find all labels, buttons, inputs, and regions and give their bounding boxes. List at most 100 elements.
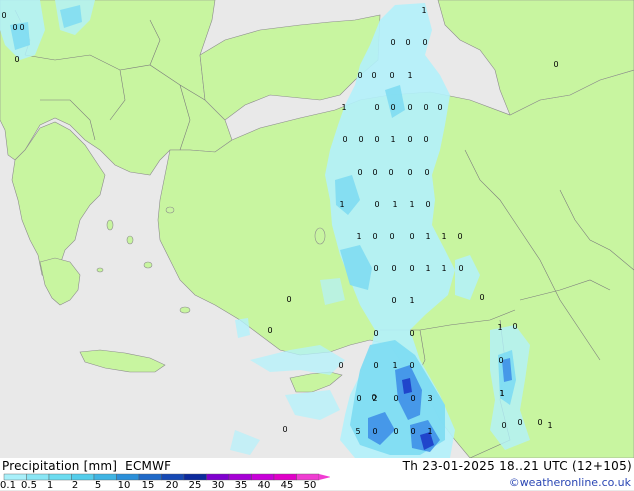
station-value: 1: [427, 427, 432, 436]
scale-label: 1: [46, 480, 54, 491]
station-value: 5: [355, 427, 360, 436]
station-value: 1: [341, 103, 346, 112]
station-value: 0: [372, 427, 377, 436]
station-value: 1: [392, 361, 397, 370]
station-value: 0: [391, 296, 396, 305]
station-value: 0: [425, 200, 430, 209]
station-value: 0: [338, 361, 343, 370]
valid-time: Th 23-01-2025 18..21 UTC (12+105): [402, 459, 632, 473]
station-value: 1: [392, 200, 397, 209]
station-value: 1: [409, 200, 414, 209]
station-value: 0: [19, 23, 24, 32]
model-name: ECMWF: [125, 459, 172, 473]
station-value: 0: [14, 55, 19, 64]
station-value: 0: [371, 393, 376, 402]
station-value: 0: [282, 425, 287, 434]
station-value: 1: [425, 264, 430, 273]
station-value: 3: [427, 394, 432, 403]
station-value: 0: [390, 38, 395, 47]
station-value: 0: [388, 168, 393, 177]
station-value: 1: [497, 323, 502, 332]
station-value: 0: [342, 135, 347, 144]
station-value: 0: [409, 329, 414, 338]
station-value: 0: [422, 38, 427, 47]
station-value: 0: [356, 394, 361, 403]
station-value: 0: [423, 103, 428, 112]
scale-arrow: [319, 474, 330, 480]
scale-label: 2: [71, 480, 79, 491]
station-value: 0: [407, 168, 412, 177]
station-value: 0: [357, 71, 362, 80]
station-value: 0: [457, 232, 462, 241]
station-value: 1: [441, 264, 446, 273]
station-value: 0: [371, 71, 376, 80]
station-value: 0: [358, 135, 363, 144]
station-value: 0: [517, 418, 522, 427]
station-value: 0: [389, 71, 394, 80]
island: [143, 261, 153, 269]
scale-label: 50: [303, 480, 317, 491]
station-value: 0: [501, 421, 506, 430]
station-value: 0: [409, 361, 414, 370]
station-value: 0: [393, 394, 398, 403]
title-text: Precipitation [mm]: [2, 459, 118, 473]
station-value: 1: [356, 232, 361, 241]
station-value: 0: [373, 329, 378, 338]
station-value: 1: [421, 6, 426, 15]
station-value: 0: [498, 356, 503, 365]
station-value: 0: [374, 103, 379, 112]
scale-label: 40: [257, 480, 271, 491]
station-value: 0: [373, 361, 378, 370]
scale-label: 15: [141, 480, 155, 491]
island: [179, 306, 191, 314]
scale-label: 25: [188, 480, 202, 491]
station-value: 1: [390, 135, 395, 144]
island: [165, 206, 175, 214]
station-value: 0: [423, 135, 428, 144]
station-value: 0: [389, 232, 394, 241]
station-value: 0: [437, 103, 442, 112]
station-value: 0: [390, 103, 395, 112]
scale-label: 20: [165, 480, 179, 491]
station-value: 1: [407, 71, 412, 80]
station-value: 0: [372, 168, 377, 177]
island: [96, 267, 104, 273]
station-value: 0: [410, 394, 415, 403]
scale-label: 35: [234, 480, 248, 491]
station-value: 0: [267, 326, 272, 335]
island: [106, 219, 114, 231]
precipitation-map[interactable]: 1000000100100000001000000010110100011000…: [0, 0, 634, 458]
scale-label: 10: [117, 480, 131, 491]
station-value: 1: [547, 421, 552, 430]
station-value: 0: [537, 418, 542, 427]
station-value: 1: [499, 389, 504, 398]
station-value: 0: [405, 38, 410, 47]
station-value: 1: [339, 200, 344, 209]
station-value: 0: [286, 295, 291, 304]
island: [314, 227, 326, 245]
station-value: 0: [409, 232, 414, 241]
scale-label: 0.1: [0, 480, 16, 491]
station-value: 0: [410, 427, 415, 436]
station-value: 0: [553, 60, 558, 69]
station-value: 0: [391, 264, 396, 273]
station-value: 0: [424, 168, 429, 177]
station-value: 0: [393, 427, 398, 436]
scale-label: 45: [280, 480, 294, 491]
station-value: 0: [512, 322, 517, 331]
station-value: 0: [357, 168, 362, 177]
scale-label: 30: [211, 480, 225, 491]
scale-label: 5: [94, 480, 102, 491]
station-value: 0: [373, 264, 378, 273]
station-value: 1: [441, 232, 446, 241]
island: [126, 235, 134, 245]
scale-label: 0.5: [21, 480, 37, 491]
station-value: 0: [374, 135, 379, 144]
credit-link[interactable]: ©weatheronline.co.uk: [509, 476, 631, 489]
station-value: 0: [409, 264, 414, 273]
station-value: 0: [407, 135, 412, 144]
map-title: Precipitation [mm] ECMWF: [2, 459, 171, 473]
station-value: 0: [407, 103, 412, 112]
station-value: 0: [1, 11, 6, 20]
station-value: 0: [479, 293, 484, 302]
